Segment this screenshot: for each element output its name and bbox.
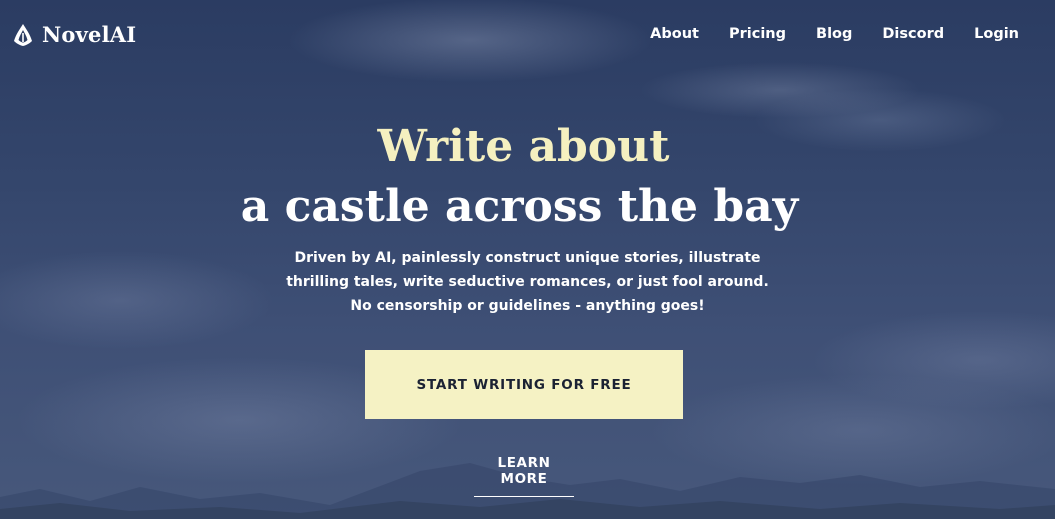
start-writing-button[interactable]: START WRITING FOR FREE [365,350,683,419]
nav-link-blog[interactable]: Blog [816,26,852,42]
nav-link-login[interactable]: Login [974,26,1019,42]
nav-link-pricing[interactable]: Pricing [729,26,786,42]
brand-logo-link[interactable]: NovelAI [13,22,136,47]
nav-link-discord[interactable]: Discord [882,26,944,42]
hero-headline-accent: Write about [377,121,670,172]
nav-link-about[interactable]: About [650,26,699,42]
top-navigation-bar: NovelAI About Pricing Blog Discord Login [0,0,1055,72]
main-nav: About Pricing Blog Discord Login [650,26,1019,42]
hero-description: Driven by AI, painlessly construct uniqu… [286,250,769,314]
hero-headline-main: a castle across the bay [240,181,799,232]
learn-more-link[interactable]: LEARN MORE [474,455,574,497]
novelai-quill-logo-icon [14,23,32,46]
brand-name: NovelAI [42,22,137,47]
hero-section: Write about a castle across the bay Driv… [0,118,1055,318]
